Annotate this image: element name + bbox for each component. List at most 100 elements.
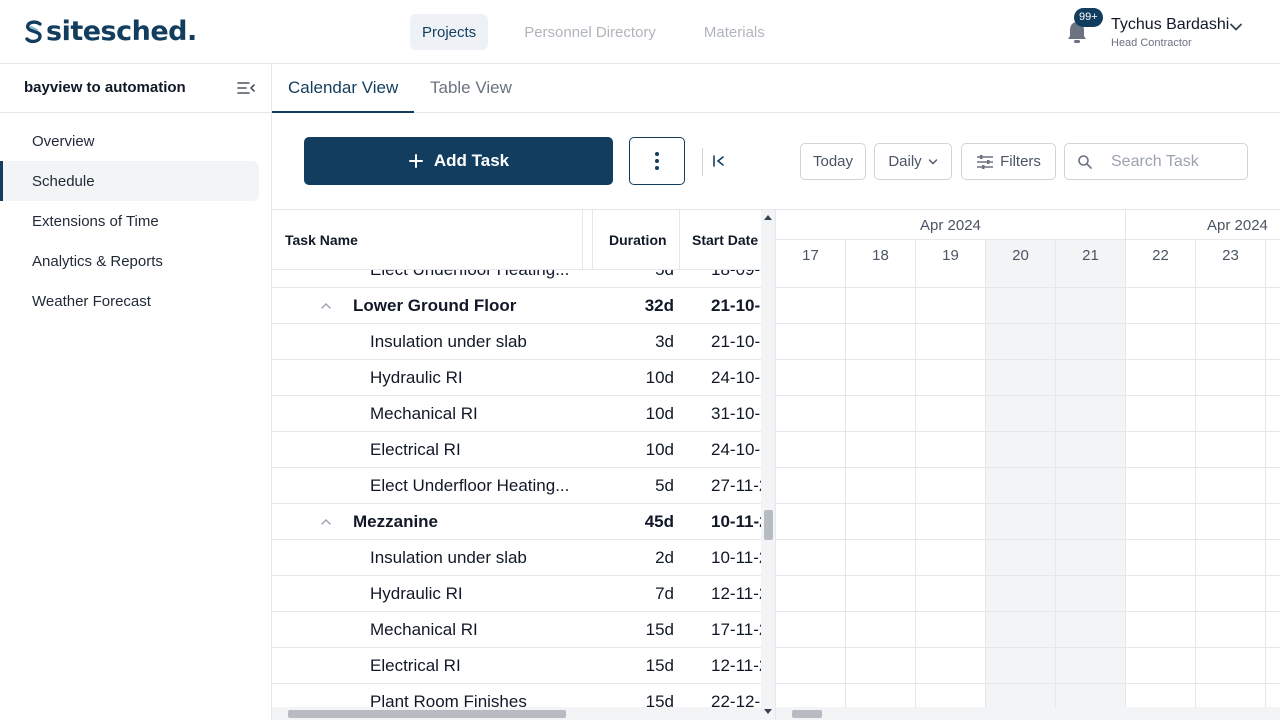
column-divider[interactable]	[582, 210, 583, 270]
task-start-date: 24-10-	[711, 368, 761, 387]
task-duration: 32d	[644, 296, 674, 315]
calendar-day-column[interactable]	[846, 270, 916, 720]
calendar-day-column[interactable]	[776, 270, 846, 720]
calendar-day-column[interactable]	[916, 270, 986, 720]
nav-projects[interactable]: Projects	[410, 14, 489, 50]
day-label[interactable]: 19	[916, 240, 986, 270]
table-row[interactable]: Insulation under slab 3d 21-10-2	[272, 324, 761, 360]
column-header-start-date[interactable]: Start Date	[692, 210, 758, 270]
table-row[interactable]: Insulation under slab 2d 10-11-2	[272, 540, 761, 576]
scroll-to-start-icon[interactable]	[711, 153, 727, 169]
column-header-duration[interactable]: Duration	[609, 210, 667, 270]
task-name: Insulation under slab	[370, 548, 527, 567]
sidebar-item-analytics-reports[interactable]: Analytics & Reports	[0, 241, 259, 281]
calendar-hscroll[interactable]	[776, 707, 1280, 720]
scrollbar-thumb[interactable]	[288, 710, 566, 718]
today-button[interactable]: Today	[800, 143, 866, 180]
view-mode-select[interactable]: Daily	[874, 143, 952, 180]
more-options-button[interactable]	[629, 137, 685, 185]
column-header-task-name[interactable]: Task Name	[285, 210, 358, 270]
view-tabs: Calendar View Table View	[272, 64, 1280, 113]
task-name: Electrical RI	[370, 440, 461, 459]
task-table-hscroll[interactable]	[272, 707, 761, 720]
user-role: Head Contractor	[1111, 37, 1192, 49]
nav-materials[interactable]: Materials	[692, 14, 777, 50]
task-name: Insulation under slab	[370, 332, 527, 351]
task-start-date: 12-11-2	[711, 584, 761, 603]
day-label-weekend[interactable]: 20	[986, 240, 1056, 270]
table-row-group[interactable]: Lower Ground Floor 32d 21-10-	[272, 288, 761, 324]
task-start-date: 10-11-2	[711, 512, 761, 531]
sidebar-item-weather-forecast[interactable]: Weather Forecast	[0, 281, 259, 321]
arrow-up-icon[interactable]	[764, 214, 772, 222]
task-rows: Elect Underfloor Heating... 5d 18-09- Lo…	[272, 252, 761, 720]
nav-personnel-directory[interactable]: Personnel Directory	[512, 14, 668, 50]
project-name: bayview to automation	[24, 79, 186, 96]
scrollbar-thumb[interactable]	[792, 710, 822, 718]
add-task-button[interactable]: Add Task	[304, 137, 613, 185]
day-label[interactable]: 18	[846, 240, 916, 270]
table-row[interactable]: Hydraulic RI 7d 12-11-2	[272, 576, 761, 612]
sidebar-menu: Overview Schedule Extensions of Time Ana…	[0, 113, 271, 321]
task-name: Electrical RI	[370, 656, 461, 675]
toolbar-divider	[702, 148, 703, 176]
filters-button[interactable]: Filters	[961, 143, 1056, 180]
add-task-label: Add Task	[433, 151, 510, 170]
scrollbar-thumb[interactable]	[764, 510, 773, 540]
notification-badge: 99+	[1074, 8, 1103, 27]
day-label[interactable]: 22	[1126, 240, 1196, 270]
column-divider[interactable]	[679, 210, 680, 270]
calendar-weekend-column[interactable]	[986, 270, 1056, 720]
task-start-date: 21-10-	[711, 296, 761, 315]
task-duration: 15d	[645, 620, 674, 639]
month-label: Apr 2024	[920, 216, 981, 234]
task-table: Elect Underfloor Heating... 5d 18-09- Lo…	[272, 210, 761, 720]
task-start-date: 10-11-2	[711, 548, 761, 567]
search-task-input[interactable]	[1111, 150, 1241, 174]
row-line	[776, 611, 1280, 612]
user-name[interactable]: Tychus Bardashi	[1111, 16, 1229, 34]
day-label-weekend[interactable]: 21	[1056, 240, 1126, 270]
chevron-down-icon[interactable]	[1229, 20, 1243, 34]
table-row[interactable]: Electrical RI 15d 12-11-2	[272, 648, 761, 684]
row-line	[776, 503, 1280, 504]
chevron-up-icon[interactable]	[320, 516, 332, 528]
sidebar-item-overview[interactable]: Overview	[0, 121, 259, 161]
arrow-down-icon[interactable]	[764, 707, 772, 715]
table-row[interactable]: Electrical RI 10d 24-10-	[272, 432, 761, 468]
brand-logo[interactable]: sitesched.	[24, 16, 197, 47]
calendar-day-column[interactable]	[1196, 270, 1266, 720]
calendar-day-column[interactable]	[1126, 270, 1196, 720]
month-header: Apr 2024 Apr 2024	[776, 210, 1280, 240]
calendar-day-column[interactable]	[1266, 270, 1280, 720]
task-duration: 10d	[645, 404, 674, 423]
row-line	[776, 683, 1280, 684]
view-mode-label: Daily	[888, 153, 922, 170]
more-vertical-icon	[655, 152, 659, 170]
day-label[interactable]: 17	[776, 240, 846, 270]
task-table-vscroll[interactable]	[761, 210, 775, 720]
task-name: Mechanical RI	[370, 620, 478, 639]
day-label[interactable]: 24	[1266, 240, 1280, 270]
collapse-sidebar-icon[interactable]	[236, 79, 256, 97]
sidebar-item-schedule[interactable]: Schedule	[0, 161, 259, 201]
row-line	[776, 323, 1280, 324]
task-duration: 10d	[645, 368, 674, 387]
tab-calendar-view[interactable]: Calendar View	[272, 64, 415, 113]
task-name: Lower Ground Floor	[353, 296, 517, 315]
table-row-group[interactable]: Mezzanine 45d 10-11-2	[272, 504, 761, 540]
tab-table-view[interactable]: Table View	[414, 64, 528, 112]
table-row[interactable]: Hydraulic RI 10d 24-10-	[272, 360, 761, 396]
table-row[interactable]: Elect Underfloor Heating... 5d 27-11-2	[272, 468, 761, 504]
table-row[interactable]: Mechanical RI 15d 17-11-2	[272, 612, 761, 648]
task-name: Mechanical RI	[370, 404, 478, 423]
task-duration: 45d	[644, 512, 674, 531]
sidebar-item-extensions-of-time[interactable]: Extensions of Time	[0, 201, 259, 241]
calendar-weekend-column[interactable]	[1056, 270, 1126, 720]
column-divider[interactable]	[592, 210, 593, 270]
chevron-up-icon[interactable]	[320, 300, 332, 312]
day-label[interactable]: 23	[1196, 240, 1266, 270]
table-row[interactable]: Mechanical RI 10d 31-10-2	[272, 396, 761, 432]
task-duration: 5d	[655, 476, 674, 495]
filters-label: Filters	[1000, 153, 1041, 170]
